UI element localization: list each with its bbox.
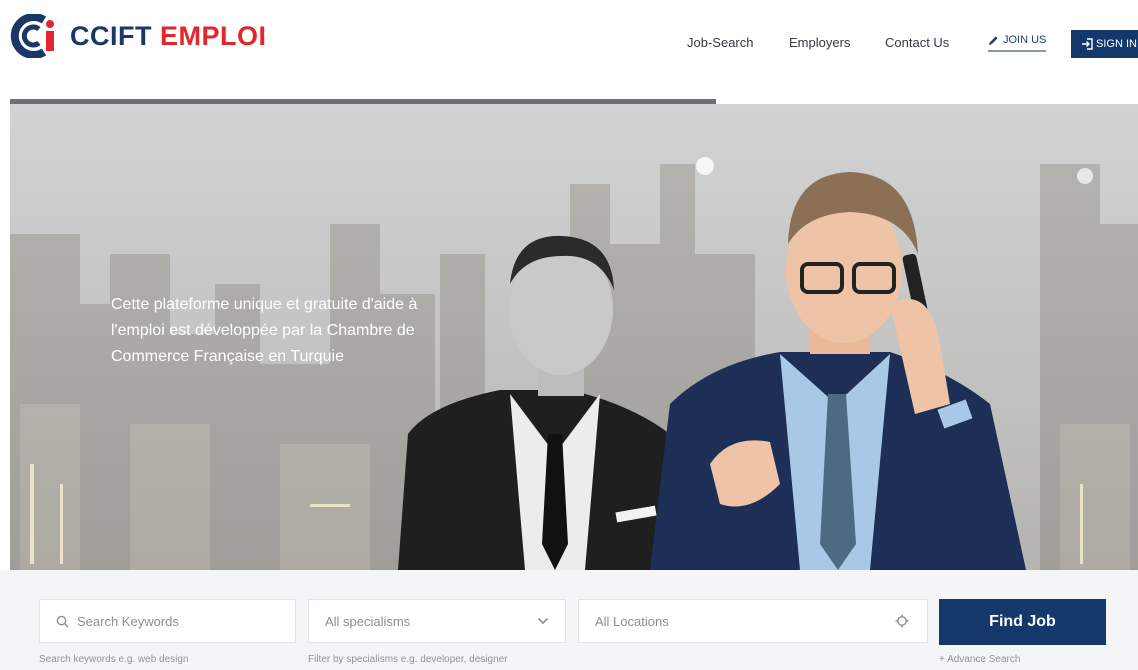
hero-banner: Cette plateforme unique et gratuite d'ai…: [10, 104, 1138, 570]
keywords-hint: Search keywords e.g. web design: [39, 654, 189, 665]
location-input[interactable]: [595, 613, 895, 629]
chevron-down-icon: [537, 617, 549, 625]
sign-in-icon: [1082, 38, 1093, 50]
specialism-select[interactable]: All specialisms: [308, 599, 566, 643]
sign-in-button[interactable]: SIGN IN: [1071, 30, 1138, 58]
nav-employers[interactable]: Employers: [789, 35, 850, 50]
join-us-link[interactable]: JOIN US: [988, 34, 1047, 52]
find-job-button[interactable]: Find Job: [939, 599, 1106, 645]
join-us-label: JOIN US: [1003, 34, 1047, 46]
job-search-form: Search keywords e.g. web design All spec…: [0, 570, 1138, 670]
nav-contact-us[interactable]: Contact Us: [885, 35, 949, 50]
keywords-input[interactable]: [77, 613, 295, 629]
pencil-icon: [988, 35, 998, 45]
hero-tagline: Cette plateforme unique et gratuite d'ai…: [111, 296, 418, 365]
advance-search-link[interactable]: + Advance Search: [939, 654, 1020, 665]
site-header: CCIFT EMPLOI Job-Search Employers Contact…: [0, 0, 1138, 100]
main-nav: Job-Search Employers Contact Us JOIN US …: [0, 28, 1138, 58]
specialism-selected-value: All specialisms: [325, 613, 411, 629]
keywords-field[interactable]: [39, 599, 296, 643]
location-field[interactable]: [578, 599, 928, 643]
nav-job-search[interactable]: Job-Search: [687, 35, 753, 50]
search-icon: [56, 615, 69, 628]
specialism-hint: Filter by specialisms e.g. developer, de…: [308, 654, 508, 665]
sign-in-label: SIGN IN: [1096, 38, 1137, 50]
crosshair-icon[interactable]: [895, 614, 909, 628]
